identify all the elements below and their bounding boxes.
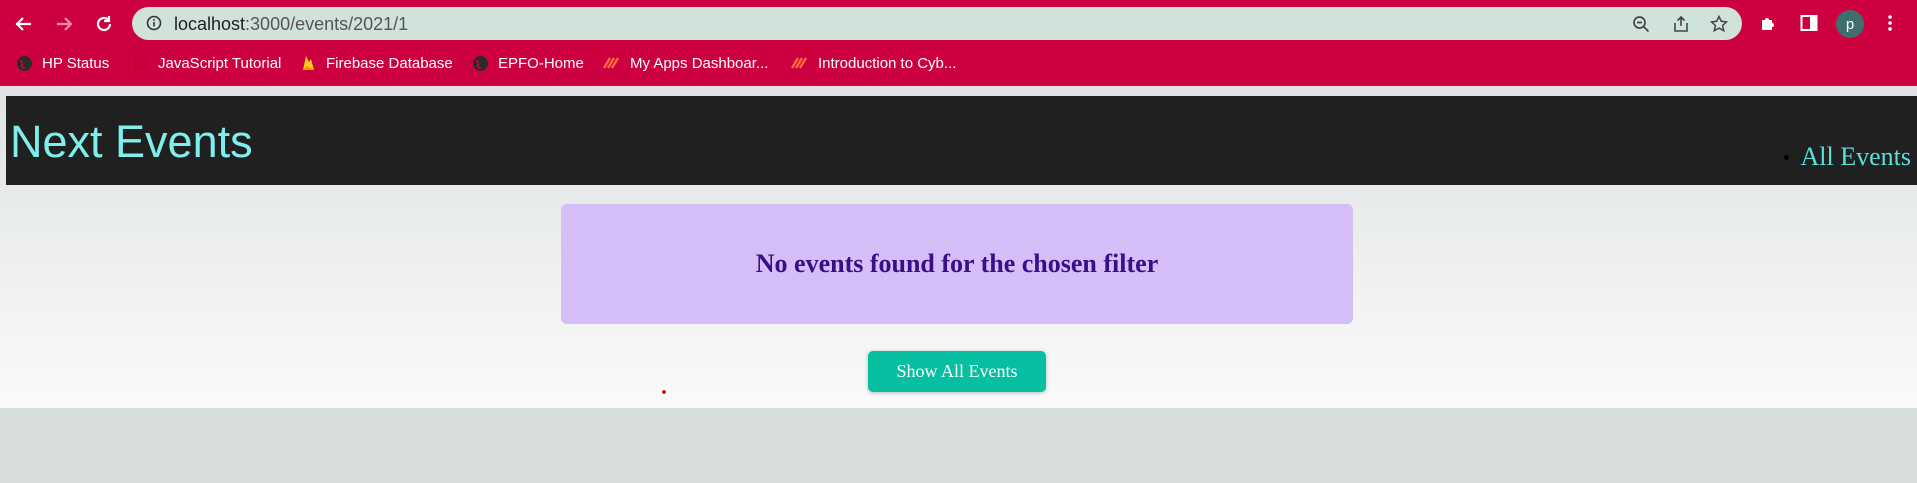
page-content: Next Events All Events No events found f… [0,86,1917,408]
url-text: localhost:3000/events/2021/1 [174,14,408,35]
cursor-dot [662,390,666,394]
no-events-alert: No events found for the chosen filter [561,204,1353,324]
back-button[interactable] [10,10,38,38]
browser-toolbar: localhost:3000/events/2021/1 p [0,0,1917,46]
list-bullet [1783,154,1789,160]
globe-icon [471,54,489,72]
logo[interactable]: Next Events [10,116,253,168]
globe-icon [15,54,33,72]
side-panel-icon[interactable] [1797,11,1821,35]
reload-icon [96,16,112,32]
bookmark-label: HP Status [42,54,110,72]
star-icon[interactable] [1708,13,1730,35]
menu-kebab-icon[interactable] [1878,11,1902,35]
forward-button[interactable] [50,10,78,38]
info-icon[interactable] [146,15,162,36]
bookmark-epfo-home[interactable]: EPFO-Home [471,52,584,74]
site-header: Next Events All Events [6,96,1917,185]
browser-chrome: localhost:3000/events/2021/1 p HP Status [0,0,1917,86]
bookmarks-bar: HP Status JavaScript Tutorial Firebase D… [0,48,1917,78]
address-bar[interactable]: localhost:3000/events/2021/1 [132,7,1742,40]
bookmark-label: JavaScript Tutorial [158,54,282,72]
apps-icon [791,54,809,72]
profile-avatar[interactable]: p [1836,10,1864,38]
url-host: localhost [174,14,246,34]
page-background [0,408,1917,483]
bookmark-label: Firebase Database [326,54,453,72]
extensions-icon[interactable] [1757,11,1781,35]
bookmark-firebase-database[interactable]: Firebase Database [299,52,453,74]
bookmark-hp-status[interactable]: HP Status [15,52,109,74]
url-path: :3000/events/2021/1 [245,14,409,34]
js-icon [131,54,149,72]
reload-button[interactable] [90,10,118,38]
bookmark-my-apps-dashboard[interactable]: My Apps Dashboar... [603,52,768,74]
zoom-icon[interactable] [1630,13,1652,35]
bookmark-label: Introduction to Cyb... [818,54,957,72]
bookmark-introduction-to-cyb[interactable]: Introduction to Cyb... [791,52,956,74]
apps-icon [603,54,621,72]
show-all-events-button[interactable]: Show All Events [868,351,1046,392]
firebase-icon [299,54,317,72]
bookmark-label: My Apps Dashboar... [630,54,769,72]
arrow-right-icon [57,17,73,31]
nav-link-all-events[interactable]: All Events [1801,142,1912,172]
main-nav: All Events [1783,142,1912,172]
share-icon[interactable] [1670,13,1692,35]
bookmark-label: EPFO-Home [498,54,584,72]
no-events-message: No events found for the chosen filter [755,249,1159,278]
arrow-left-icon [15,17,31,31]
bookmark-javascript-tutorial[interactable]: JavaScript Tutorial [131,52,281,74]
